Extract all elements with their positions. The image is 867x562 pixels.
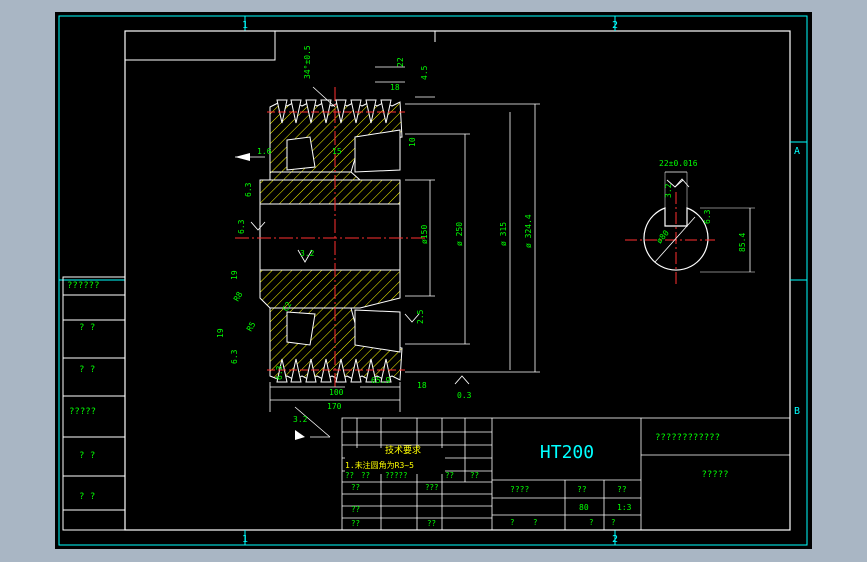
zone-number-bottom: 2: [612, 534, 618, 545]
title-cell: ??: [351, 519, 360, 528]
quantity-label: ??: [577, 485, 587, 494]
dim-text: 19: [230, 270, 239, 280]
title-cell: ??: [427, 519, 436, 528]
left-strip-label: ? ?: [79, 365, 95, 375]
dim-text: 34°±0.5: [303, 45, 312, 79]
dim-text: 22±0.016: [659, 159, 698, 168]
dim-text: 6.3: [275, 365, 284, 380]
title-cell: ??: [361, 471, 370, 480]
dim-text: 3.2: [300, 249, 315, 258]
zone-letter: A: [794, 146, 800, 157]
title-cell: ???: [425, 483, 439, 492]
dim-text: 3.2: [293, 415, 308, 424]
title-cell: ??: [351, 505, 360, 514]
title-cell: ??: [470, 471, 479, 480]
dim-text: 18: [417, 381, 427, 390]
dim-text: 6.3: [230, 349, 239, 364]
dim-text: 100: [329, 388, 344, 397]
zone-letter: B: [794, 406, 800, 417]
code-box: [124, 30, 276, 61]
dim-text: 1.6: [257, 147, 272, 156]
title-cell: ?: [589, 518, 594, 527]
dim-text: 6.3: [703, 209, 712, 224]
dim-text: 170: [327, 402, 342, 411]
dim-text: ø150: [420, 225, 429, 244]
zone-number-top: 2: [612, 20, 618, 31]
title-cell: ??: [445, 471, 454, 480]
left-strip-label: ? ?: [79, 492, 95, 502]
company-name: ?????: [701, 470, 728, 480]
left-strip-label: ? ?: [79, 451, 95, 461]
dim-text: R8: [232, 290, 245, 303]
dim-text: ø 250: [455, 222, 464, 246]
title-cell: ??: [351, 483, 360, 492]
tech-requirements-note: 1.未注圆角为R3~5: [345, 460, 414, 470]
dim-text: 85.4: [738, 233, 747, 252]
dim-text: 18: [390, 83, 400, 92]
dim-text: 4.5: [420, 65, 429, 80]
dim-text: ø 315: [499, 222, 508, 246]
dim-text: 2.5: [416, 309, 425, 324]
title-cell: ?????: [385, 471, 408, 480]
dim-text: 10: [408, 137, 417, 147]
title-cell: ?: [510, 518, 515, 527]
left-strip-label: ?????: [69, 407, 96, 417]
left-strip-label: ??????: [67, 281, 100, 291]
dim-text: 19: [216, 328, 225, 338]
dim-text: 65.9: [371, 376, 390, 385]
dim-text: 6.3: [237, 219, 246, 234]
title-cell: ?: [533, 518, 538, 527]
dim-text: R5: [245, 320, 258, 333]
zone-number-top: 1: [242, 20, 248, 31]
dim-text: ø80: [655, 228, 671, 245]
cad-viewport: 1 2 1 2 A B ?????? ? ? ? ? ????? ? ? ? ?: [0, 0, 867, 562]
tech-requirements-title: 技术要求: [385, 444, 421, 456]
title-cell: ??: [345, 471, 354, 480]
drawing-svg: 1 2 1 2 A B ?????? ? ? ? ? ????? ? ? ? ?: [58, 15, 808, 546]
bore: [259, 203, 401, 271]
dim-text: 6.3: [244, 182, 253, 197]
scale-value: 1:3: [617, 503, 632, 512]
drawing-canvas[interactable]: 1 2 1 2 A B ?????? ? ? ? ? ????? ? ? ? ?: [55, 12, 812, 549]
dim-text: 0.3: [457, 391, 472, 400]
scale-label: ????: [510, 485, 529, 494]
dim-text: 22: [396, 57, 405, 67]
drawing-name: ????????????: [655, 433, 720, 443]
material-label: HT200: [540, 442, 594, 463]
keyway-section-view: [625, 171, 755, 284]
weight-value: 80: [579, 503, 589, 512]
dim-text: 15: [332, 147, 342, 156]
left-strip-label: ? ?: [79, 323, 95, 333]
quantity-label: ??: [617, 485, 627, 494]
title-cell: ?: [611, 518, 616, 527]
dim-text: 3.2: [664, 183, 673, 198]
hub-lower: [259, 269, 401, 309]
zone-number-bottom: 1: [242, 534, 248, 545]
dim-text: ø 324.4: [524, 214, 533, 248]
hub-upper: [259, 179, 401, 205]
pulley-section-view: [235, 87, 425, 392]
